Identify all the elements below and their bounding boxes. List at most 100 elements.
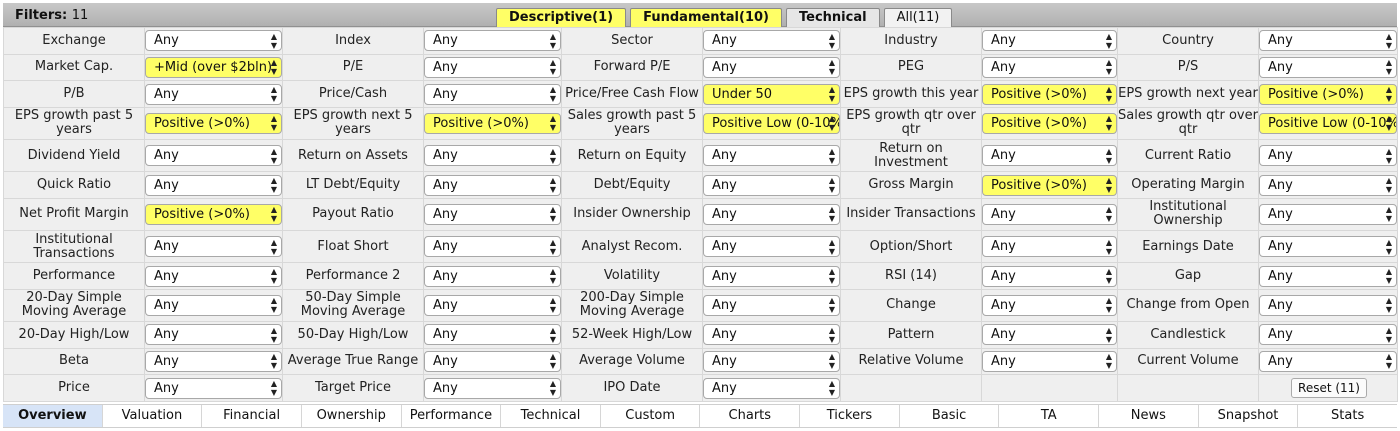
- nav-tab-snapshot[interactable]: Snapshot: [1199, 405, 1299, 427]
- nav-tab-news[interactable]: News: [1099, 405, 1199, 427]
- filter-label-insider-transactions: Insider Transactions: [840, 197, 982, 232]
- filter-label-candlestick: Candlestick: [1117, 320, 1259, 349]
- filter-select-20-day-simple-moving-average[interactable]: Any ▲ ▼: [145, 294, 282, 316]
- filter-select-value: Any: [1268, 59, 1293, 75]
- filter-select-200-day-simple-moving-average[interactable]: Any ▲ ▼: [703, 294, 840, 316]
- nav-tab-charts[interactable]: Charts: [700, 405, 801, 427]
- filter-tab-descriptive-1[interactable]: Descriptive(1): [496, 8, 627, 28]
- filter-select-analyst-recom[interactable]: Any ▲ ▼: [703, 236, 840, 258]
- filter-select-gap[interactable]: Any ▲ ▼: [1259, 265, 1397, 287]
- filter-select-value: Any: [712, 177, 737, 193]
- filter-row: Beta Any ▲ ▼ Average True Range Any ▲ ▼ Average …: [3, 347, 1398, 376]
- nav-tab-custom[interactable]: Custom: [601, 405, 701, 427]
- filter-select-value: Any: [1268, 33, 1293, 49]
- filter-select-50-day-simple-moving-average[interactable]: Any ▲ ▼: [424, 294, 561, 316]
- filter-select-eps-growth-next-year[interactable]: Positive (>0%) ▲ ▼: [1259, 83, 1397, 105]
- filter-select-52-week-high-low[interactable]: Any ▲ ▼: [703, 324, 840, 346]
- filter-select-forward-p-e[interactable]: Any ▲ ▼: [703, 56, 840, 78]
- select-arrows-icon: ▲ ▼: [828, 146, 835, 165]
- filter-select-change[interactable]: Any ▲ ▼: [982, 294, 1117, 316]
- filter-cell: Any ▲ ▼: [981, 320, 1118, 349]
- nav-tab-overview[interactable]: Overview: [3, 405, 103, 427]
- filter-select-p-s[interactable]: Any ▲ ▼: [1259, 56, 1397, 78]
- filter-select-value: Any: [154, 86, 179, 102]
- filter-select-lt-debt-equity[interactable]: Any ▲ ▼: [424, 174, 561, 196]
- filter-select-market-cap[interactable]: +Mid (over $2bln) ▲ ▼: [145, 56, 282, 78]
- filter-select-average-true-range[interactable]: Any ▲ ▼: [424, 350, 561, 372]
- filter-select-relative-volume[interactable]: Any ▲ ▼: [982, 350, 1117, 372]
- filter-select-value: Any: [712, 239, 737, 255]
- filter-select-earnings-date[interactable]: Any ▲ ▼: [1259, 236, 1397, 258]
- filter-select-20-day-high-low[interactable]: Any ▲ ▼: [145, 324, 282, 346]
- filter-select-option-short[interactable]: Any ▲ ▼: [982, 236, 1117, 258]
- filter-select-price-cash[interactable]: Any ▲ ▼: [424, 83, 561, 105]
- filter-select-candlestick[interactable]: Any ▲ ▼: [1259, 324, 1397, 346]
- filter-tab-all-11[interactable]: All(11): [883, 8, 953, 28]
- filter-select-eps-growth-next-5-years[interactable]: Positive (>0%) ▲ ▼: [424, 112, 561, 134]
- filter-select-industry[interactable]: Any ▲ ▼: [982, 30, 1117, 52]
- filter-select-change-from-open[interactable]: Any ▲ ▼: [1259, 294, 1397, 316]
- filter-select-eps-growth-past-5-years[interactable]: Positive (>0%) ▲ ▼: [145, 112, 282, 134]
- filter-select-ipo-date[interactable]: Any ▲ ▼: [703, 377, 840, 399]
- nav-tab-ownership[interactable]: Ownership: [302, 405, 402, 427]
- select-arrows-icon: ▲ ▼: [270, 114, 277, 133]
- filter-label-200-day-simple-moving-average: 200-Day Simple Moving Average: [561, 288, 703, 322]
- filter-select-float-short[interactable]: Any ▲ ▼: [424, 236, 561, 258]
- filter-select-value: Any: [433, 177, 458, 193]
- filter-select-dividend-yield[interactable]: Any ▲ ▼: [145, 145, 282, 167]
- filter-select-p-e[interactable]: Any ▲ ▼: [424, 56, 561, 78]
- filter-select-current-volume[interactable]: Any ▲ ▼: [1259, 350, 1397, 372]
- filter-select-performance[interactable]: Any ▲ ▼: [145, 265, 282, 287]
- filter-select-peg[interactable]: Any ▲ ▼: [982, 56, 1117, 78]
- nav-tab-basic[interactable]: Basic: [900, 405, 1000, 427]
- filter-select-value: Any: [1268, 327, 1293, 343]
- filter-select-price-free-cash-flow[interactable]: Under 50 ▲ ▼: [703, 83, 840, 105]
- filter-select-value: Any: [154, 33, 179, 49]
- filter-select-operating-margin[interactable]: Any ▲ ▼: [1259, 174, 1397, 196]
- filter-select-insider-ownership[interactable]: Any ▲ ▼: [703, 203, 840, 225]
- filter-select-debt-equity[interactable]: Any ▲ ▼: [703, 174, 840, 196]
- nav-tab-valuation[interactable]: Valuation: [103, 405, 203, 427]
- filter-select-p-b[interactable]: Any ▲ ▼: [145, 83, 282, 105]
- filter-select-sector[interactable]: Any ▲ ▼: [703, 30, 840, 52]
- select-arrows-icon: ▲ ▼: [270, 146, 277, 165]
- filter-select-pattern[interactable]: Any ▲ ▼: [982, 324, 1117, 346]
- filter-select-return-on-investment[interactable]: Any ▲ ▼: [982, 145, 1117, 167]
- filter-select-target-price[interactable]: Any ▲ ▼: [424, 377, 561, 399]
- filter-select-exchange[interactable]: Any ▲ ▼: [145, 30, 282, 52]
- filter-select-country[interactable]: Any ▲ ▼: [1259, 30, 1397, 52]
- filter-select-quick-ratio[interactable]: Any ▲ ▼: [145, 174, 282, 196]
- filter-select-institutional-ownership[interactable]: Any ▲ ▼: [1259, 203, 1397, 225]
- filter-select-institutional-transactions[interactable]: Any ▲ ▼: [145, 236, 282, 258]
- nav-tab-stats[interactable]: Stats: [1298, 405, 1397, 427]
- nav-tab-ta[interactable]: TA: [999, 405, 1100, 427]
- filter-tab-fundamental-10[interactable]: Fundamental(10): [630, 8, 782, 28]
- filter-select-50-day-high-low[interactable]: Any ▲ ▼: [424, 324, 561, 346]
- filter-select-beta[interactable]: Any ▲ ▼: [145, 350, 282, 372]
- nav-tab-performance[interactable]: Performance: [402, 405, 502, 427]
- filter-select-rsi-14[interactable]: Any ▲ ▼: [982, 265, 1117, 287]
- filter-select-payout-ratio[interactable]: Any ▲ ▼: [424, 203, 561, 225]
- filter-select-net-profit-margin[interactable]: Positive (>0%) ▲ ▼: [145, 203, 282, 225]
- filter-select-price[interactable]: Any ▲ ▼: [145, 377, 282, 399]
- filter-select-eps-growth-qtr-over-qtr[interactable]: Positive (>0%) ▲ ▼: [982, 112, 1117, 134]
- filter-select-sales-growth-past-5-years[interactable]: Positive Low (0-10%) ▲ ▼: [703, 112, 840, 134]
- filter-select-gross-margin[interactable]: Positive (>0%) ▲ ▼: [982, 174, 1117, 196]
- nav-tab-financial[interactable]: Financial: [202, 405, 302, 427]
- filter-select-volatility[interactable]: Any ▲ ▼: [703, 265, 840, 287]
- filter-select-eps-growth-this-year[interactable]: Positive (>0%) ▲ ▼: [982, 83, 1117, 105]
- filter-cell: Any ▲ ▼: [423, 53, 562, 82]
- filter-select-return-on-equity[interactable]: Any ▲ ▼: [703, 145, 840, 167]
- filter-label-50-day-high-low: 50-Day High/Low: [282, 320, 424, 349]
- filter-select-performance-2[interactable]: Any ▲ ▼: [424, 265, 561, 287]
- nav-tab-technical[interactable]: Technical: [501, 405, 601, 427]
- filter-select-insider-transactions[interactable]: Any ▲ ▼: [982, 203, 1117, 225]
- filter-select-sales-growth-qtr-over-qtr[interactable]: Positive Low (0-10%) ▲ ▼: [1259, 112, 1397, 134]
- filter-tab-technical[interactable]: Technical: [785, 8, 880, 28]
- filter-select-current-ratio[interactable]: Any ▲ ▼: [1259, 145, 1397, 167]
- filter-select-average-volume[interactable]: Any ▲ ▼: [703, 350, 840, 372]
- nav-tab-tickers[interactable]: Tickers: [800, 405, 900, 427]
- reset-filters-button[interactable]: Reset (11): [1291, 378, 1367, 399]
- filter-select-return-on-assets[interactable]: Any ▲ ▼: [424, 145, 561, 167]
- filter-select-index[interactable]: Any ▲ ▼: [424, 30, 561, 52]
